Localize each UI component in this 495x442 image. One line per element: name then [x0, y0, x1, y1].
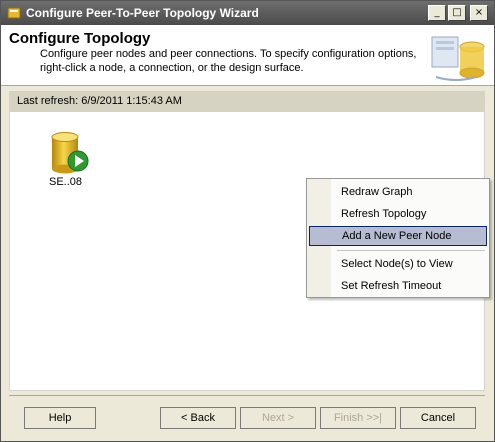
page-title: Configure Topology: [9, 30, 151, 47]
peer-node[interactable]: SE..08: [48, 131, 108, 188]
close-button[interactable]: ×: [470, 5, 488, 21]
menu-item-redraw-graph[interactable]: Redraw Graph: [309, 182, 487, 202]
window-title: Configure Peer-To-Peer Topology Wizard: [26, 6, 259, 20]
menu-item-select-nodes[interactable]: Select Node(s) to View: [309, 254, 487, 274]
design-surface[interactable]: SE..08 Redraw Graph Refresh Topology Add…: [9, 111, 490, 391]
database-play-icon: [51, 132, 89, 174]
title-bar[interactable]: Configure Peer-To-Peer Topology Wizard _…: [1, 1, 494, 25]
finish-button[interactable]: Finish >>|: [320, 407, 396, 429]
maximize-button[interactable]: □: [448, 5, 466, 21]
menu-item-set-refresh-timeout[interactable]: Set Refresh Timeout: [309, 276, 487, 296]
menu-item-refresh-topology[interactable]: Refresh Topology: [309, 204, 487, 224]
menu-item-add-peer-node[interactable]: Add a New Peer Node: [309, 226, 487, 246]
wizard-header: Configure Topology Configure peer nodes …: [1, 25, 494, 86]
page-description: Configure peer nodes and peer connection…: [40, 48, 417, 74]
button-divider: [9, 395, 485, 396]
wizard-app-icon: [7, 7, 21, 19]
help-button[interactable]: Help: [24, 407, 96, 429]
context-menu: Redraw Graph Refresh Topology Add a New …: [306, 178, 490, 298]
cancel-button[interactable]: Cancel: [400, 407, 476, 429]
menu-separator: [337, 250, 485, 251]
minimize-button[interactable]: _: [428, 5, 446, 21]
back-button[interactable]: < Back: [160, 407, 236, 429]
topology-graphic-icon: [431, 36, 485, 81]
wizard-window: Configure Peer-To-Peer Topology Wizard _…: [0, 0, 495, 442]
last-refresh-status: Last refresh: 6/9/2011 1:15:43 AM: [9, 91, 485, 111]
peer-node-label: SE..08: [49, 176, 83, 188]
next-button[interactable]: Next >: [240, 407, 316, 429]
